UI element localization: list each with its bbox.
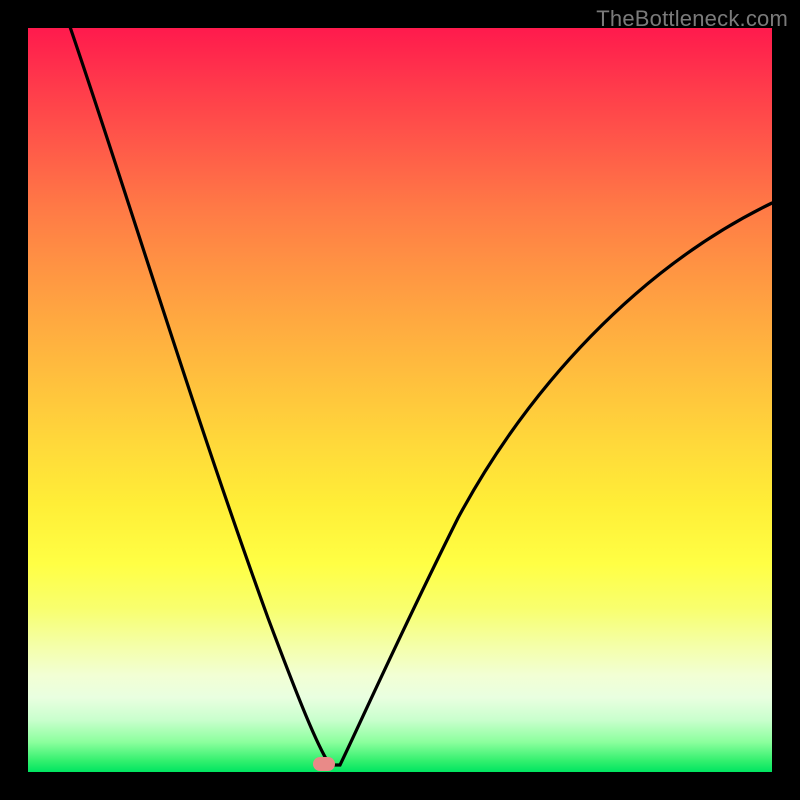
curve-path (60, 0, 772, 765)
bottleneck-curve (28, 28, 772, 772)
watermark-text: TheBottleneck.com (596, 6, 788, 32)
optimal-marker (313, 757, 335, 771)
